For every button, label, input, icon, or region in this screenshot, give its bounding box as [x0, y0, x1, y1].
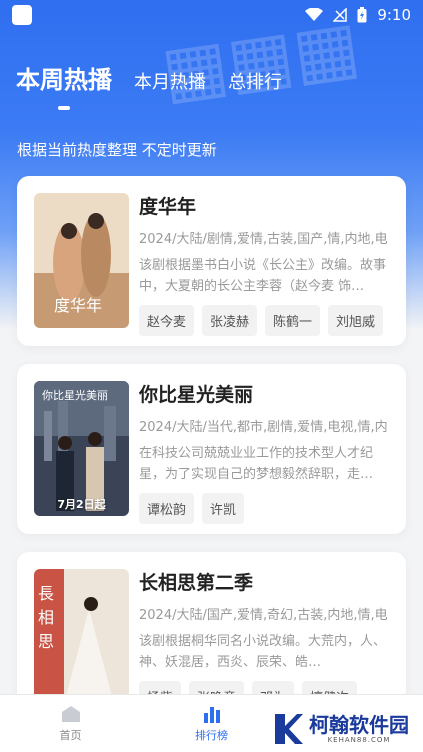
- tab-monthly[interactable]: 本月热播: [134, 74, 206, 100]
- svg-text:思: 思: [38, 632, 54, 651]
- home-icon: [61, 706, 80, 722]
- svg-text:相: 相: [38, 608, 54, 627]
- cast-list: 谭松韵 许凯: [139, 493, 391, 524]
- poster-image: 長 相 思: [34, 569, 129, 704]
- show-title: 长相思第二季: [139, 572, 254, 594]
- nav-label: 首页: [59, 729, 82, 742]
- cast-chip[interactable]: 赵今麦: [139, 305, 195, 336]
- nav-label: 排行榜: [195, 729, 228, 742]
- show-description: 该剧根据墨书白小说《长公主》改编。故事中，大夏朝的长公主李蓉（赵今麦 饰…: [139, 258, 387, 294]
- show-title: 你比星光美丽: [139, 384, 254, 406]
- nav-home[interactable]: 首页: [0, 695, 141, 752]
- status-bar: 9:10: [0, 0, 423, 30]
- ranking-tabs: 本周热播 本月热播 总排行: [16, 68, 282, 110]
- signal-icon: [333, 8, 348, 22]
- battery-icon: [357, 7, 367, 23]
- nav-ranking[interactable]: 排行榜: [141, 695, 282, 752]
- watermark-sub: KEHAN88.COM: [327, 736, 391, 744]
- chart-icon: [203, 707, 220, 723]
- cast-chip[interactable]: 谭松韵: [139, 493, 195, 524]
- show-meta: 2024/大陆/国产,爱情,奇幻,古装,内地,情,电: [139, 608, 388, 623]
- logo-icon: [275, 714, 303, 744]
- show-meta: 2024/大陆/当代,都市,剧情,爱情,电视,情,内: [139, 420, 388, 435]
- svg-text:長: 長: [38, 584, 54, 603]
- svg-text:你比星光美丽: 你比星光美丽: [42, 388, 108, 402]
- cast-chip[interactable]: 许凯: [202, 493, 245, 524]
- show-description: 该剧根据桐华同名小说改编。大荒内，人、神、妖混居，西炎、辰荣、皓…: [139, 634, 387, 670]
- show-title: 度华年: [139, 196, 197, 218]
- cast-chip[interactable]: 刘旭威: [328, 305, 384, 336]
- poster-image: 度华年: [34, 193, 129, 328]
- show-description: 在科技公司兢兢业业工作的技术型人才纪星，为了实现自己的梦想毅然辞职，走…: [139, 446, 374, 482]
- tab-weekly[interactable]: 本周热播: [16, 68, 112, 110]
- poster-date: 7月2日起: [57, 498, 106, 511]
- poster-image: 你比星光美丽 7月2日起: [34, 381, 129, 516]
- watermark-logo: 柯翰软件园 KEHAN88.COM: [269, 710, 415, 748]
- show-card[interactable]: 度华年 度华年 2024/大陆/剧情,爱情,古装,国产,情,内地,电 该剧根据墨…: [17, 176, 406, 346]
- status-time: 9:10: [377, 6, 411, 24]
- svg-text:度华年: 度华年: [54, 296, 102, 315]
- watermark-text: 柯翰软件园: [309, 713, 409, 737]
- show-meta: 2024/大陆/剧情,爱情,古装,国产,情,内地,电: [139, 232, 388, 247]
- wifi-icon: [305, 8, 324, 21]
- cast-chip[interactable]: 陈鹤一: [265, 305, 321, 336]
- show-card[interactable]: 你比星光美丽 7月2日起 你比星光美丽 2024/大陆/当代,都市,剧情,爱情,…: [17, 364, 406, 534]
- notification-icon: [12, 5, 32, 25]
- page-subtitle: 根据当前热度整理 不定时更新: [17, 141, 217, 159]
- cast-chip[interactable]: 张凌赫: [202, 305, 258, 336]
- cast-list: 赵今麦 张凌赫 陈鹤一 刘旭威: [139, 305, 391, 336]
- tab-all-time[interactable]: 总排行: [228, 74, 282, 100]
